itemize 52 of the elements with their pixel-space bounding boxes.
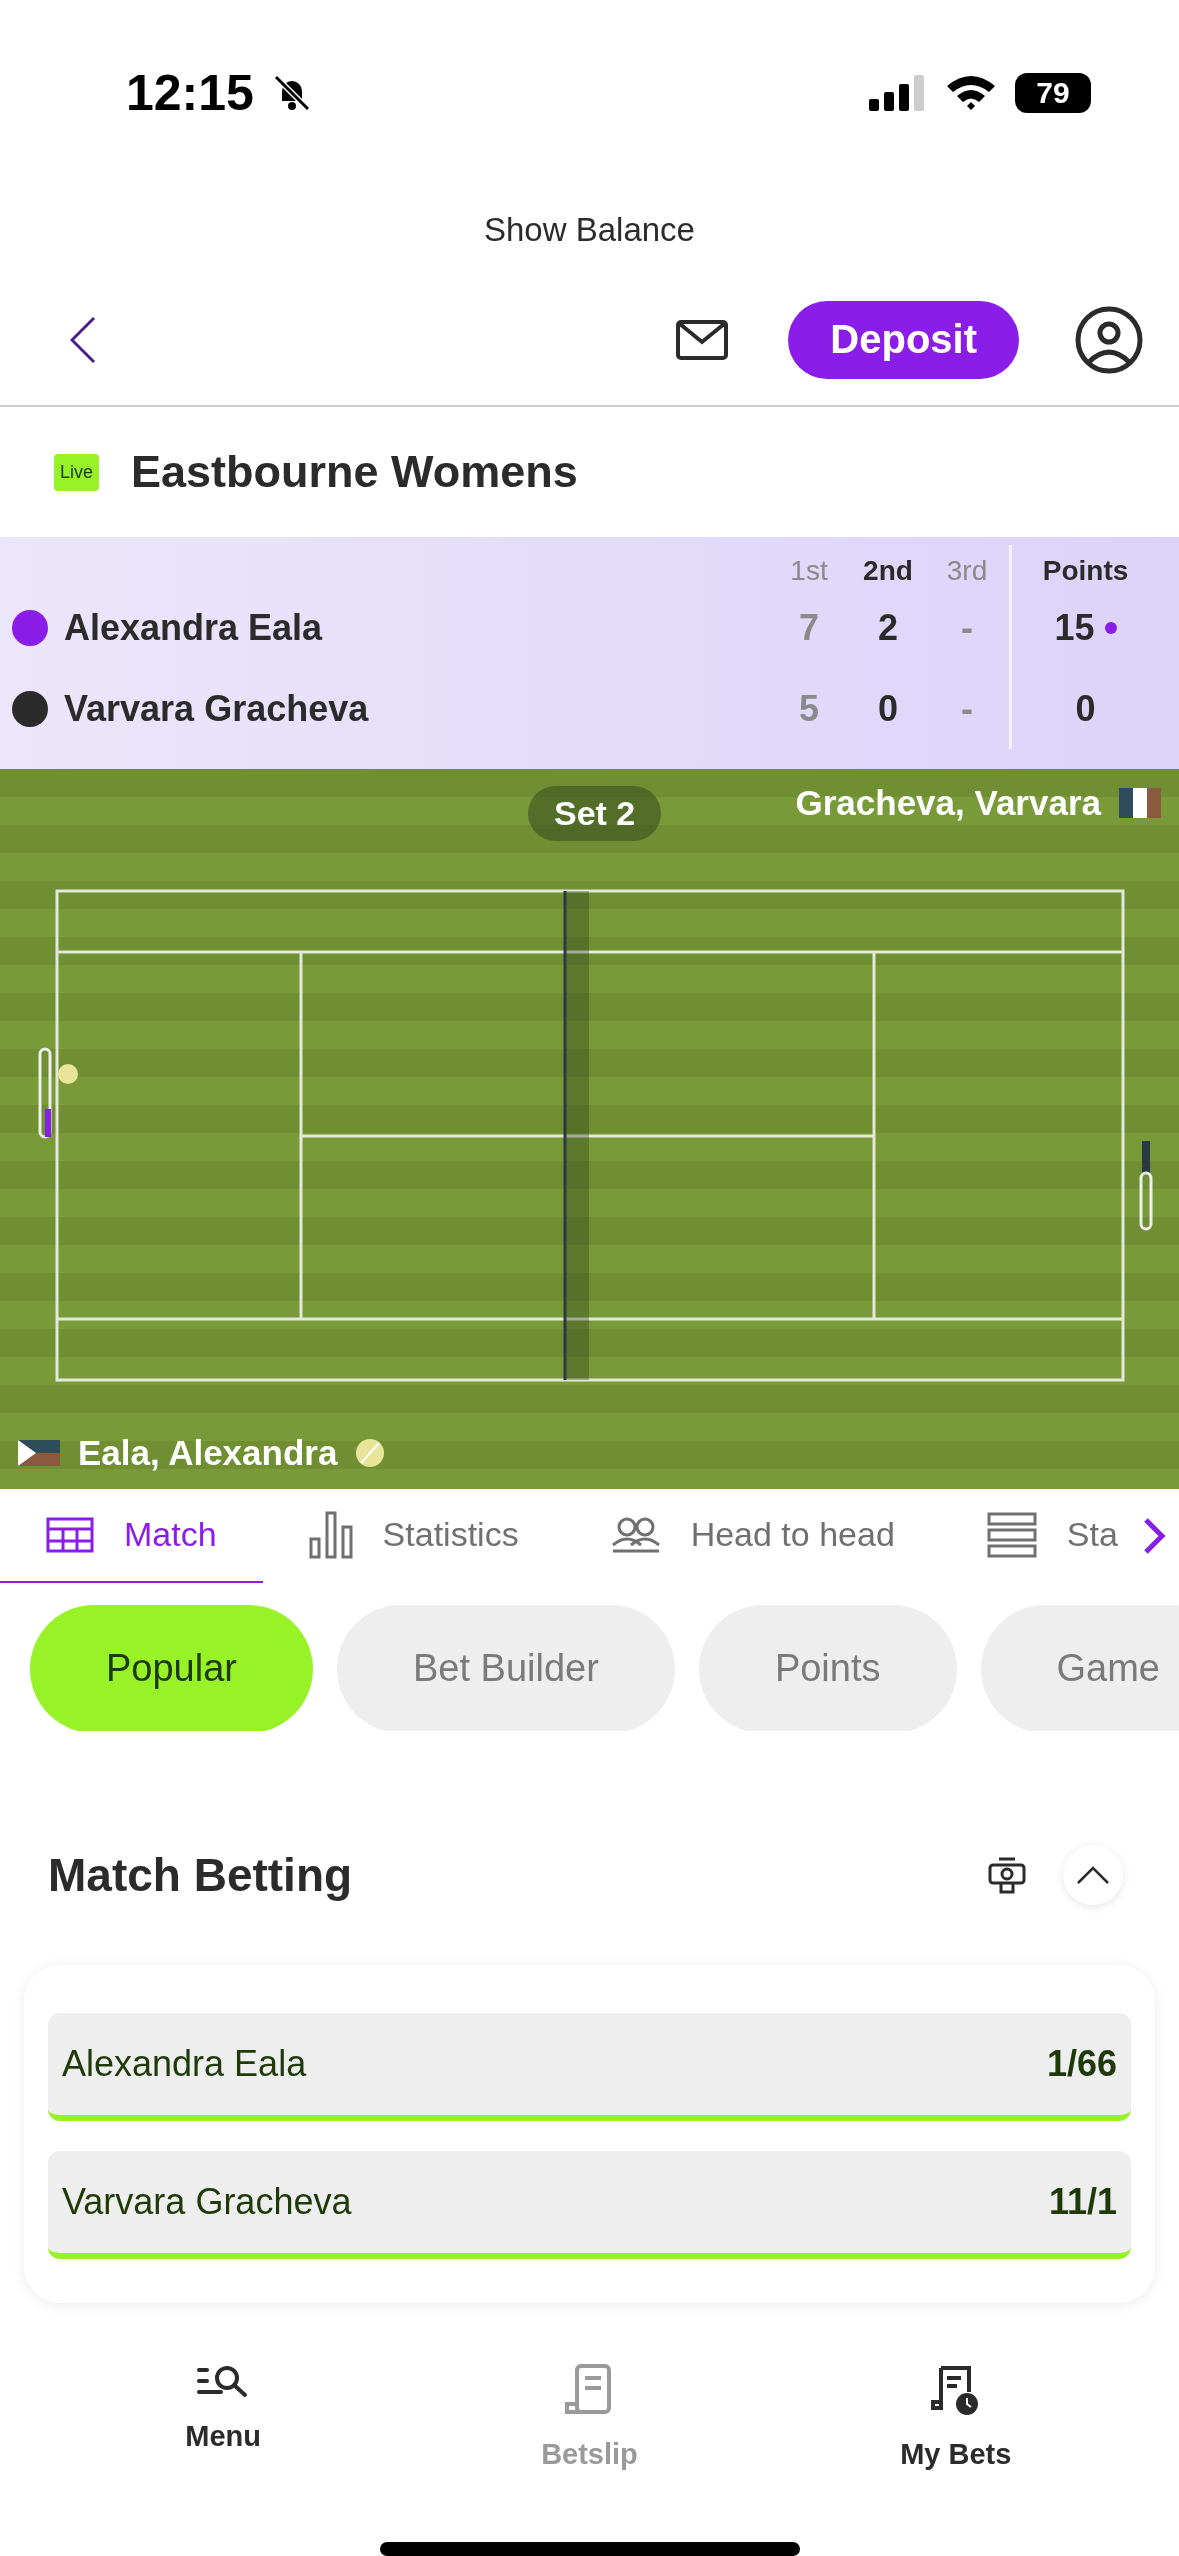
tab[interactable]: Statistics (262, 1489, 565, 1583)
receipt-clock-icon (930, 2364, 981, 2417)
account-icon[interactable] (1075, 305, 1143, 374)
status-time: 12:15 (126, 63, 254, 122)
filter-chip[interactable]: Game (980, 1604, 1179, 1731)
set-header: 2nd (863, 555, 913, 588)
search-icon (197, 2364, 250, 2399)
market-title: Match Betting (48, 1848, 353, 1903)
tennis-ball-icon (355, 1438, 386, 1469)
nav-item[interactable]: My Bets (825, 2363, 1086, 2473)
filter-chip[interactable]: Popular (30, 1604, 313, 1731)
wifi-icon (945, 73, 997, 112)
points-header: Points (1009, 545, 1159, 588)
points-score: 15 (1054, 606, 1095, 649)
set-score: - (961, 606, 973, 649)
filter-chip[interactable]: Points (698, 1604, 957, 1731)
filter-chip[interactable]: Bet Builder (337, 1604, 675, 1731)
set-header: 1st (790, 555, 828, 588)
set-score: 0 (878, 687, 898, 730)
set-badge: Set 2 (528, 786, 662, 842)
show-balance-link[interactable]: Show Balance (484, 210, 695, 249)
tab[interactable]: Head to head (564, 1489, 941, 1583)
set-score: - (961, 687, 973, 730)
chevron-up-icon (1076, 1865, 1110, 1886)
odds-button[interactable]: Alexandra Eala 1/66 (48, 2013, 1131, 2122)
player-name: Alexandra Eala (64, 606, 323, 649)
court-player-name: Gracheva, Varvara (795, 783, 1101, 824)
nav-item[interactable]: Menu (93, 2363, 354, 2473)
flag-icon (1119, 788, 1161, 819)
set-score: 5 (799, 687, 819, 730)
signal-icon (869, 74, 927, 111)
receipt-icon (565, 2364, 614, 2417)
live-badge: Live (54, 453, 100, 491)
list-icon (986, 1511, 1037, 1558)
set-score: 2 (878, 606, 898, 649)
deposit-button[interactable]: Deposit (788, 300, 1019, 379)
grid-icon (46, 1516, 94, 1553)
event-title: Eastbourne Womens (131, 446, 578, 499)
mail-icon[interactable] (676, 319, 729, 360)
set-score: 7 (799, 606, 819, 649)
player-name: Varvara Gracheva (64, 687, 369, 730)
flag-icon (18, 1440, 60, 1467)
bar-chart-icon (308, 1510, 353, 1559)
odds-button[interactable]: Varvara Gracheva 11/1 (48, 2151, 1131, 2260)
tab[interactable]: Match (0, 1489, 263, 1583)
tab[interactable]: Sta (940, 1489, 1164, 1583)
back-icon[interactable] (70, 315, 96, 364)
points-score: 0 (1075, 687, 1096, 730)
battery-indicator: 79 (1015, 72, 1091, 113)
chevron-right-icon[interactable] (1142, 1515, 1166, 1556)
set-header: 3rd (946, 555, 988, 588)
court-player-name: Eala, Alexandra (78, 1433, 338, 1474)
